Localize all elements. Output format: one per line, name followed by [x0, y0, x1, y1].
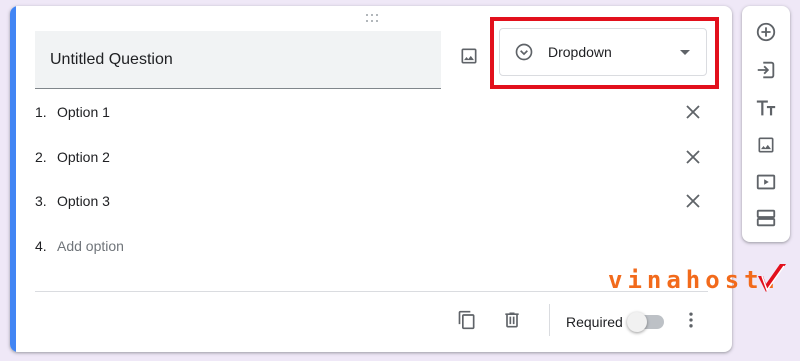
import-questions-button[interactable] — [754, 58, 778, 82]
add-option-row[interactable]: 4. Add option — [35, 228, 705, 264]
import-questions-icon — [757, 61, 775, 79]
add-image-icon — [758, 137, 774, 153]
option-row[interactable]: 3. Option 3 — [35, 183, 705, 219]
vinahost-watermark: vinahost. — [608, 262, 792, 308]
close-icon — [686, 105, 700, 119]
add-image-button[interactable] — [455, 42, 483, 70]
remove-option-button[interactable] — [681, 145, 705, 169]
dropdown-circle-icon — [515, 43, 533, 61]
option-label[interactable]: Option 3 — [57, 193, 110, 209]
remove-option-button[interactable] — [681, 100, 705, 124]
option-number: 3. — [35, 193, 47, 209]
more-options-button[interactable] — [679, 308, 703, 332]
question-type-label: Dropdown — [548, 44, 612, 60]
checkmark-logo-icon — [758, 264, 786, 292]
option-label[interactable]: Option 1 — [57, 104, 110, 120]
more-vert-icon — [689, 312, 693, 328]
add-question-button[interactable] — [754, 20, 778, 44]
add-title-icon — [756, 100, 776, 116]
image-icon — [461, 48, 477, 64]
option-row[interactable]: 1. Option 1 — [35, 94, 705, 130]
question-title-input[interactable] — [50, 31, 430, 88]
remove-option-button[interactable] — [681, 189, 705, 213]
close-icon — [686, 150, 700, 164]
duplicate-icon — [458, 310, 475, 330]
required-toggle[interactable] — [627, 312, 664, 332]
floating-side-toolbar — [742, 6, 790, 242]
delete-button[interactable] — [500, 308, 524, 332]
question-type-dropdown[interactable]: Dropdown — [499, 28, 707, 76]
add-image-side-button[interactable] — [754, 133, 778, 157]
footer-vertical-divider — [549, 304, 550, 336]
add-section-icon — [756, 209, 776, 227]
duplicate-button[interactable] — [455, 308, 479, 332]
trash-icon — [505, 312, 519, 328]
question-title-field[interactable] — [35, 31, 441, 89]
required-label: Required — [566, 314, 623, 330]
close-icon — [686, 194, 700, 208]
caret-down-icon — [680, 50, 690, 55]
option-label[interactable]: Option 2 — [57, 149, 110, 165]
add-option-link[interactable]: Add option — [57, 238, 124, 254]
add-video-button[interactable] — [754, 170, 778, 194]
option-number: 4. — [35, 238, 47, 254]
option-number: 2. — [35, 149, 47, 165]
drag-handle-icon[interactable] — [365, 14, 379, 24]
option-number: 1. — [35, 104, 47, 120]
toggle-thumb — [627, 312, 647, 332]
option-row[interactable]: 2. Option 2 — [35, 139, 705, 175]
active-card-accent — [10, 6, 16, 352]
add-video-icon — [756, 174, 776, 190]
add-question-icon — [756, 22, 776, 42]
add-title-button[interactable] — [754, 96, 778, 120]
add-section-button[interactable] — [754, 206, 778, 230]
